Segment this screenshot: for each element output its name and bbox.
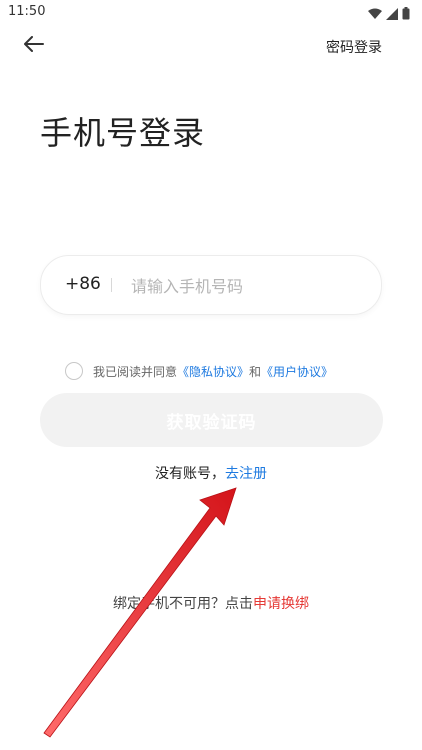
- password-login-link[interactable]: 密码登录: [326, 37, 382, 57]
- back-button[interactable]: [20, 32, 48, 60]
- battery-icon: [402, 5, 410, 24]
- page-title: 手机号登录: [40, 114, 206, 152]
- agreement-checkbox[interactable]: [65, 362, 83, 380]
- phone-field: +86: [40, 255, 382, 315]
- register-row: 没有账号，去注册: [0, 463, 422, 483]
- rebind-link[interactable]: 申请换绑: [253, 596, 309, 612]
- phone-input[interactable]: [129, 270, 363, 302]
- back-arrow-icon: [24, 36, 44, 56]
- country-code[interactable]: +86: [65, 274, 101, 294]
- status-bar: 11:50: [0, 0, 422, 24]
- rebind-row: 绑定手机不可用？点击申请换绑: [0, 593, 422, 613]
- wifi-icon: [368, 5, 382, 24]
- privacy-policy-link[interactable]: 《隐私协议》: [177, 363, 249, 380]
- divider: [111, 278, 112, 292]
- agreement-prefix: 我已阅读并同意: [93, 364, 178, 379]
- status-time: 11:50: [8, 4, 46, 19]
- top-bar: 密码登录: [0, 28, 422, 64]
- signal-icon: [386, 5, 398, 24]
- rebind-prefix: 绑定手机不可用？点击: [113, 596, 253, 612]
- user-agreement-link[interactable]: 《用户协议》: [261, 363, 333, 380]
- register-link[interactable]: 去注册: [225, 466, 267, 482]
- no-account-text: 没有账号，: [155, 466, 225, 482]
- agreement-and: 和: [249, 364, 262, 379]
- agreement-row: 我已阅读并同意 《隐私协议》 和 《用户协议》: [65, 360, 333, 382]
- status-icons: [368, 5, 410, 24]
- get-code-button[interactable]: 获取验证码: [40, 393, 383, 447]
